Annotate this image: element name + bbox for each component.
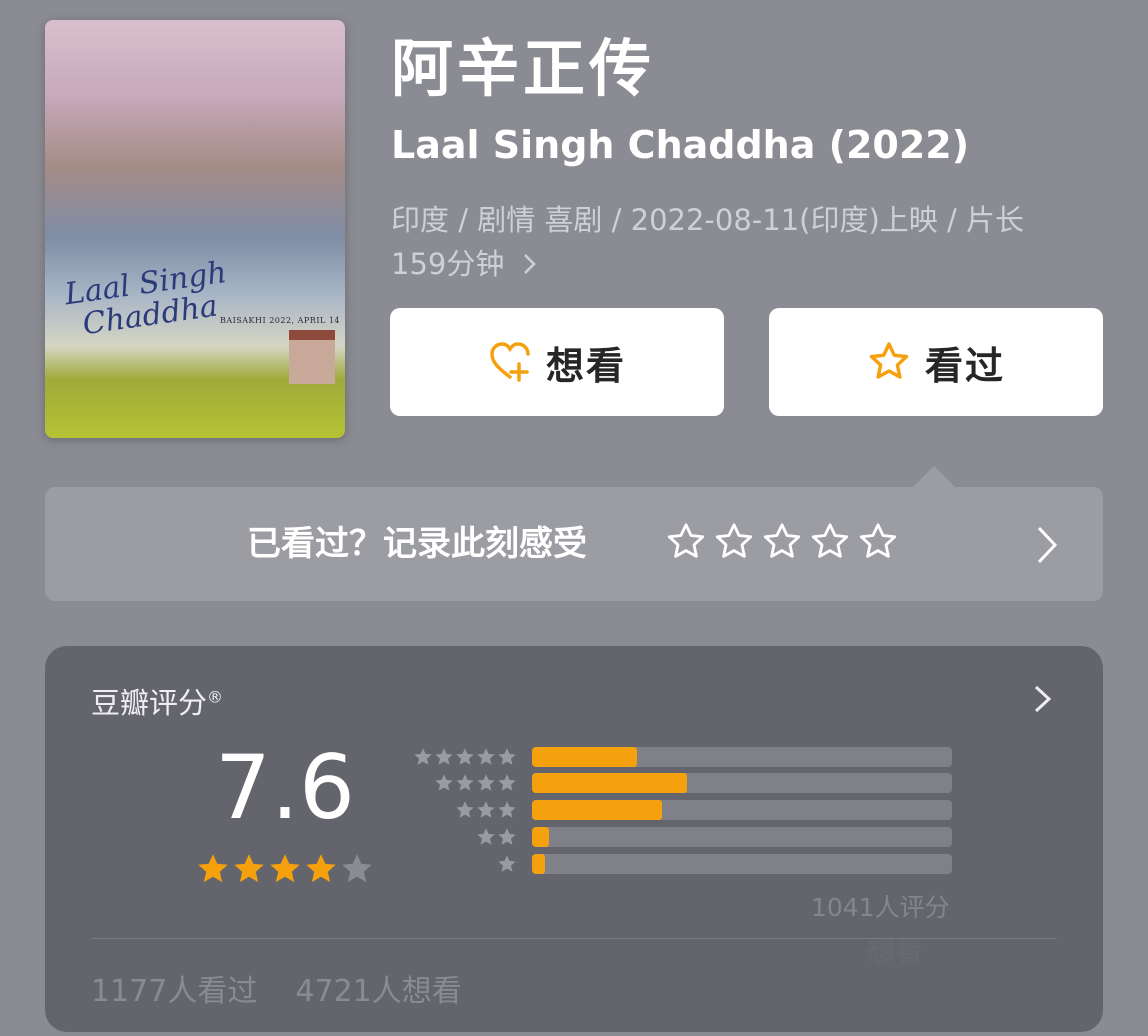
chevron-right-icon[interactable] xyxy=(1035,525,1059,565)
star-gray-icon xyxy=(435,774,453,791)
star-outline-icon[interactable] xyxy=(809,521,851,563)
poster-title: Laal Singh Chaddha xyxy=(62,255,229,343)
star-outline-icon[interactable] xyxy=(713,521,755,563)
heart-plus-icon xyxy=(490,342,530,382)
movie-title-cn: 阿辛正传 xyxy=(391,32,656,105)
distribution-stars xyxy=(476,827,517,847)
movie-meta[interactable]: 印度 / 剧情 喜剧 / 2022-08-11(印度)上映 / 片长 159分钟 xyxy=(391,198,1111,286)
star-empty-icon xyxy=(342,854,372,883)
distribution-bar-fill xyxy=(532,800,663,820)
distribution-bar-fill xyxy=(532,773,688,793)
score-stars xyxy=(196,852,374,886)
distribution-bar-track xyxy=(532,854,952,874)
poster-house xyxy=(289,330,335,384)
divider xyxy=(91,938,1057,939)
meta-line-1: 印度 / 剧情 喜剧 / 2022-08-11(印度)上映 / 片长 xyxy=(391,203,1025,237)
seen-button[interactable]: 看过 xyxy=(769,308,1103,416)
star-gray-icon xyxy=(498,855,516,872)
distribution-stars xyxy=(455,800,517,820)
distribution-bar-track xyxy=(532,747,952,767)
star-gray-icon xyxy=(456,801,474,818)
star-gray-icon xyxy=(498,748,516,765)
star-gray-icon xyxy=(477,828,495,845)
distribution-stars xyxy=(497,854,517,874)
raters-count: 1041人评分 xyxy=(811,893,950,922)
star-gray-icon xyxy=(477,748,495,765)
star-gray-icon xyxy=(435,748,453,765)
star-outline-icon xyxy=(869,342,909,379)
star-filled-icon xyxy=(306,854,336,883)
star-filled-icon xyxy=(234,854,264,883)
meta-duration: 159分钟 xyxy=(391,247,505,281)
footer-stats: 1177人看过 4721人想看 xyxy=(91,966,462,1010)
distribution-bar-track xyxy=(532,827,952,847)
rating-score: 7.6 xyxy=(215,736,355,839)
record-feeling-card[interactable]: 已看过？记录此刻感受 xyxy=(45,487,1103,601)
want-button[interactable]: 想看 xyxy=(390,308,724,416)
popover-caret xyxy=(912,466,956,488)
want-button-label: 想看 xyxy=(545,343,626,388)
chevron-right-icon xyxy=(523,254,536,274)
star-gray-icon xyxy=(498,801,516,818)
record-feeling-text: 已看过？记录此刻感受 xyxy=(247,524,587,564)
seen-count[interactable]: 1177人看过 xyxy=(91,966,257,1010)
rating-label-text: 豆瓣评分 xyxy=(91,686,208,720)
meta-line-2: 159分钟 xyxy=(391,242,1111,286)
star-filled-icon xyxy=(270,854,300,883)
star-gray-icon xyxy=(456,748,474,765)
distribution-stars xyxy=(434,773,517,793)
seen-button-label: 看过 xyxy=(924,343,1005,388)
star-outline-icon[interactable] xyxy=(761,521,803,563)
star-gray-icon xyxy=(498,828,516,845)
poster-date: BAISAKHI 2022, APRIL 14 xyxy=(219,316,341,325)
star-gray-icon xyxy=(414,748,432,765)
distribution-bar-fill xyxy=(532,747,637,767)
distribution-bar-track xyxy=(532,773,952,793)
star-outline-icon[interactable] xyxy=(665,521,707,563)
movie-poster[interactable]: Laal Singh Chaddha BAISAKHI 2022, APRIL … xyxy=(45,20,345,438)
star-gray-icon xyxy=(477,801,495,818)
distribution-stars xyxy=(413,747,517,767)
douban-rating-label: 豆瓣评分® xyxy=(91,680,223,722)
ghost-want-label: 想看 xyxy=(867,935,924,968)
distribution-bar-fill xyxy=(532,854,545,874)
chevron-right-icon[interactable] xyxy=(1033,684,1053,714)
movie-title-en: Laal Singh Chaddha (2022) xyxy=(391,123,970,167)
star-gray-icon xyxy=(456,774,474,791)
record-rating-stars[interactable] xyxy=(665,521,899,563)
distribution-bar-fill xyxy=(532,827,549,847)
star-gray-icon xyxy=(477,774,495,791)
douban-rating-card[interactable]: 豆瓣评分® 7.6 1041人评分 想看 1177人看过 4721人想看 xyxy=(45,646,1103,1032)
distribution-bar-track xyxy=(532,800,952,820)
registered-mark: ® xyxy=(207,687,224,707)
star-filled-icon xyxy=(198,854,228,883)
star-outline-icon[interactable] xyxy=(857,521,899,563)
want-count[interactable]: 4721人想看 xyxy=(295,966,461,1010)
star-gray-icon xyxy=(498,774,516,791)
